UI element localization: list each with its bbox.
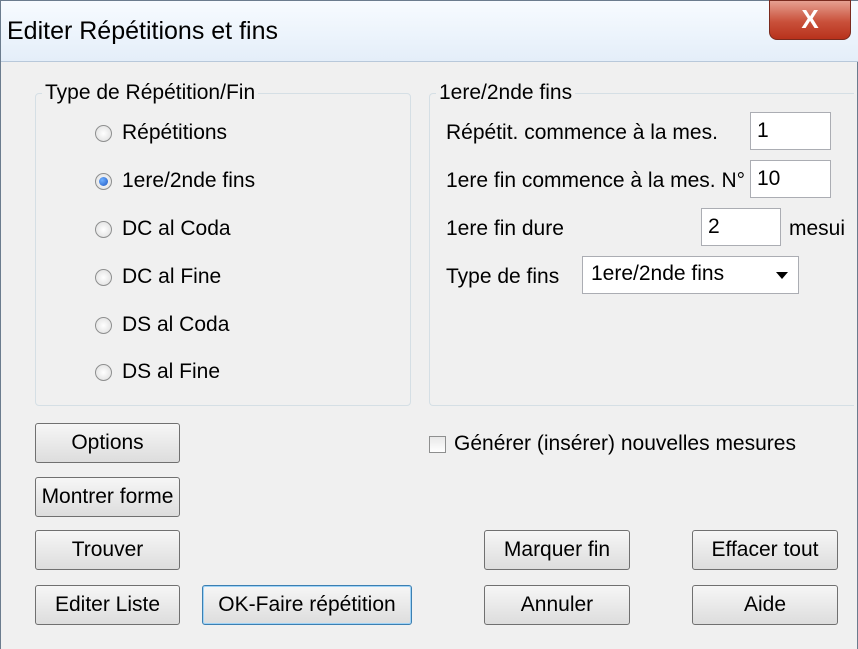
first-ending-start-input[interactable] [750, 160, 831, 198]
show-form-button[interactable]: Montrer forme [35, 477, 180, 517]
dialog-window: Editer Répétitions et fins X Type de Rép… [0, 0, 858, 649]
radio-label: Répétitions [122, 121, 228, 144]
find-button[interactable]: Trouver [35, 530, 180, 570]
first-ending-start-label: 1ere fin commence à la mes. N° [446, 169, 746, 192]
radio-label: 1ere/2nde fins [122, 169, 256, 192]
endings-type-value: 1ere/2nde fins [591, 262, 725, 285]
edit-list-button[interactable]: Editer Liste [35, 585, 180, 625]
radio-icon [95, 268, 112, 286]
duration-label: 1ere fin dure [446, 217, 564, 240]
cancel-button[interactable]: Annuler [484, 585, 630, 625]
repeat-type-legend: Type de Répétition/Fin [45, 81, 256, 104]
generate-measures-checkbox[interactable]: Générer (insérer) nouvelles mesures [429, 432, 796, 456]
endings-type-label: Type de fins [446, 265, 560, 288]
radio-first-second-endings[interactable]: 1ere/2nde fins [95, 169, 255, 193]
endings-type-select[interactable]: 1ere/2nde fins [582, 256, 799, 294]
duration-input[interactable] [701, 208, 781, 246]
close-icon: X [801, 4, 819, 34]
radio-selected-icon [95, 172, 112, 190]
radio-dc-al-fine[interactable]: DC al Fine [95, 265, 221, 289]
radio-repetitions[interactable]: Répétitions [95, 121, 227, 145]
radio-dc-al-coda[interactable]: DC al Coda [95, 217, 231, 241]
radio-ds-al-fine[interactable]: DS al Fine [95, 360, 220, 384]
duration-unit-label: mesui [789, 217, 846, 240]
title-bar[interactable]: Editer Répétitions et fins X [1, 0, 858, 62]
close-button[interactable]: X [769, 0, 851, 40]
generate-measures-label: Générer (insérer) nouvelles mesures [454, 432, 796, 455]
radio-label: DC al Coda [122, 217, 231, 240]
radio-icon [95, 316, 112, 334]
help-button[interactable]: Aide [692, 585, 838, 625]
repeat-start-input[interactable] [750, 112, 831, 150]
radio-icon [95, 220, 112, 238]
ok-repeat-button[interactable]: OK-Faire répétition [202, 585, 412, 625]
mark-end-button[interactable]: Marquer fin [484, 530, 630, 570]
options-button[interactable]: Options [35, 423, 180, 463]
radio-label: DS al Coda [122, 313, 230, 336]
clear-all-button[interactable]: Effacer tout [692, 530, 838, 570]
checkbox-icon [429, 435, 446, 453]
radio-label: DS al Fine [122, 360, 221, 383]
radio-icon [95, 124, 112, 142]
repeat-start-label: Répétit. commence à la mes. [446, 121, 718, 144]
window-title: Editer Répétitions et fins [7, 17, 278, 45]
endings-legend: 1ere/2nde fins [439, 81, 573, 104]
dialog-body: Type de Répétition/Fin Répétitions 1ere/… [1, 62, 857, 649]
chevron-down-icon [776, 272, 788, 279]
radio-icon [95, 363, 112, 381]
radio-label: DC al Fine [122, 265, 222, 288]
radio-ds-al-coda[interactable]: DS al Coda [95, 313, 229, 337]
